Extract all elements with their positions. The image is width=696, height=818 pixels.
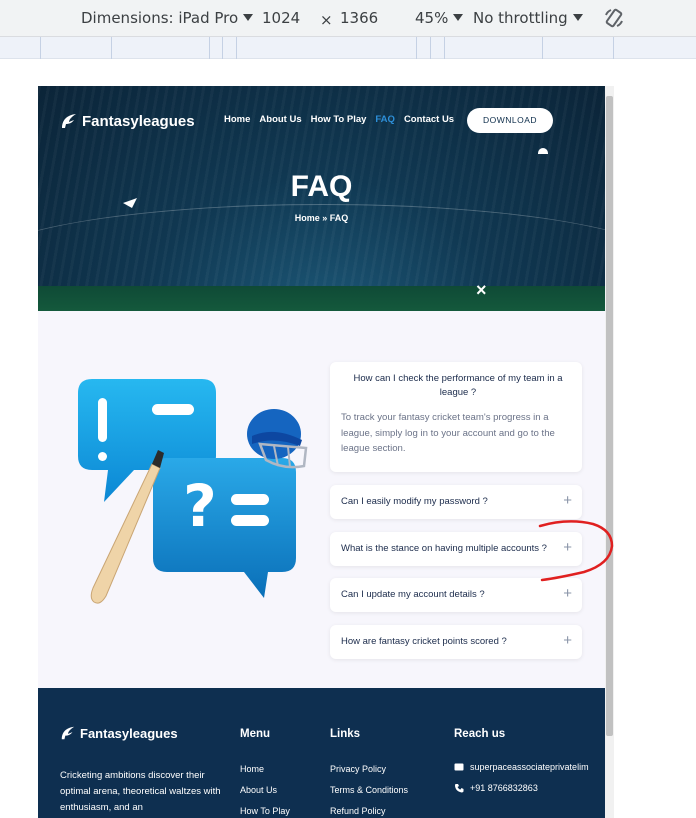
footer-link-home[interactable]: Home — [240, 762, 290, 783]
footer-link-privacy-policy[interactable]: Privacy Policy — [330, 762, 408, 783]
logo-mark-icon — [62, 114, 76, 128]
faq-item-open[interactable]: How can I check the performance of my te… — [330, 362, 582, 472]
site-logo[interactable]: Fantasyleagues — [60, 112, 195, 130]
field-strip — [38, 286, 605, 311]
faq-item[interactable]: Can I easily modify my password ? + — [330, 485, 582, 519]
nav-home[interactable]: Home — [224, 114, 250, 125]
site-footer: Fantasyleagues Cricketing ambitions disc… — [38, 688, 605, 818]
times-sign: × — [320, 11, 333, 29]
floating-ball — [538, 148, 548, 154]
svg-text:?: ? — [183, 472, 217, 540]
logo-mark-icon — [61, 726, 75, 740]
faq-question: How are fantasy cricket points scored ? — [341, 636, 507, 647]
chevron-down-icon — [572, 14, 583, 21]
footer-menu-title: Menu — [240, 728, 271, 740]
footer-phone[interactable]: +91 8766832863 — [454, 783, 538, 793]
page-title: FAQ — [290, 170, 353, 203]
download-button[interactable]: DOWNLOAD — [467, 108, 553, 133]
footer-menu-list: Home About Us How To Play — [240, 762, 290, 818]
nav-contact-us[interactable]: Contact Us — [404, 114, 454, 125]
chevron-down-icon — [453, 14, 464, 21]
page-scrollbar-thumb[interactable] — [606, 96, 613, 736]
faq-question: How can I check the performance of my te… — [353, 373, 563, 398]
zoom-select[interactable]: 45% — [415, 9, 464, 27]
footer-links-title: Links — [330, 728, 361, 740]
faq-answer: To track your fantasy cricket team's pro… — [341, 412, 555, 454]
mail-icon — [454, 763, 464, 771]
nav-about-us[interactable]: About Us — [259, 114, 301, 125]
footer-link-how-to-play[interactable]: How To Play — [240, 804, 290, 818]
width-input[interactable]: 1024 — [262, 9, 300, 27]
nav-faq[interactable]: FAQ — [375, 114, 395, 125]
faq-question: Can I update my account details ? — [341, 589, 485, 600]
breadcrumb[interactable]: Home » FAQ — [38, 213, 605, 223]
faq-illustration: ? — [78, 379, 308, 604]
expand-icon[interactable]: + — [563, 492, 572, 509]
rotate-icon[interactable] — [603, 7, 625, 33]
footer-links-list: Privacy Policy Terms & Conditions Refund… — [330, 762, 408, 818]
close-icon[interactable]: × — [476, 281, 487, 299]
footer-reach-title: Reach us — [454, 728, 506, 740]
nav-how-to-play[interactable]: How To Play — [311, 114, 367, 125]
expand-icon[interactable]: + — [563, 632, 572, 649]
faq-item[interactable]: How are fantasy cricket points scored ? … — [330, 625, 582, 659]
footer-link-terms[interactable]: Terms & Conditions — [330, 783, 408, 804]
red-annotation-mark — [538, 520, 614, 582]
phone-icon — [455, 784, 464, 793]
device-toolbar: Dimensions: iPad Pro 1024 × 1366 45% No … — [0, 0, 696, 37]
media-query-ruler[interactable] — [0, 37, 696, 59]
throttling-select[interactable]: No throttling — [473, 9, 583, 27]
main-nav: Home About Us How To Play FAQ Contact Us — [224, 114, 454, 125]
footer-description: Cricketing ambitions discover their opti… — [60, 770, 221, 813]
faq-question: Can I easily modify my password ? — [341, 496, 488, 507]
footer-email[interactable]: superpaceassociateprivatelim — [454, 762, 589, 772]
chevron-down-icon — [243, 14, 254, 21]
expand-icon[interactable]: + — [563, 585, 572, 602]
footer-link-refund-policy[interactable]: Refund Policy — [330, 804, 408, 818]
height-input[interactable]: 1366 — [340, 9, 378, 27]
footer-logo[interactable]: Fantasyleagues — [60, 725, 178, 741]
device-select[interactable]: Dimensions: iPad Pro — [81, 9, 254, 27]
faq-question: What is the stance on having multiple ac… — [341, 543, 547, 554]
footer-link-about-us[interactable]: About Us — [240, 783, 290, 804]
hero-banner: Fantasyleagues Home About Us How To Play… — [38, 86, 605, 311]
emulated-page: Fantasyleagues Home About Us How To Play… — [38, 86, 605, 818]
